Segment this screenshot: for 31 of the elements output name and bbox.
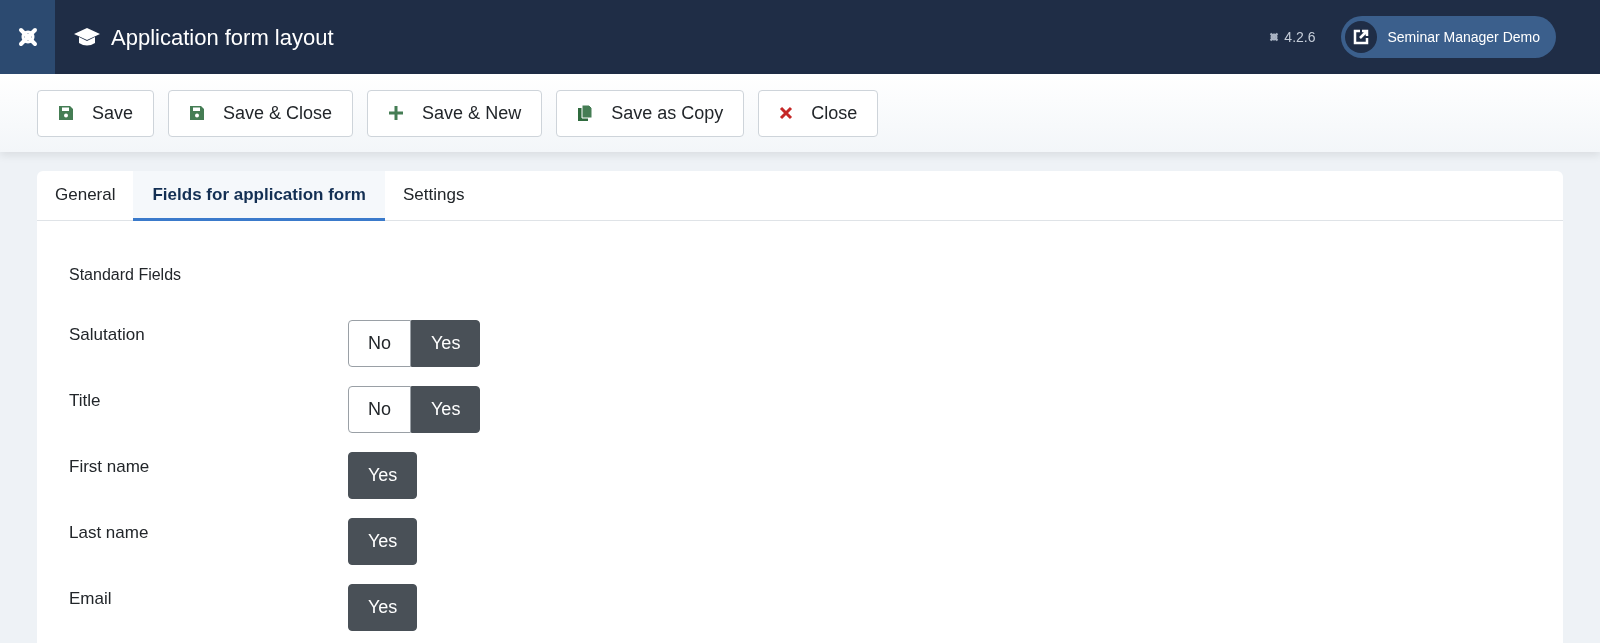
site-link[interactable]: Seminar Manager Demo [1341, 16, 1556, 58]
toggle-option[interactable]: Yes [348, 518, 418, 565]
page-title: Application form layout [111, 23, 334, 52]
field-label: Last name [69, 522, 150, 544]
toolbar-button[interactable]: Save & Close [168, 89, 354, 137]
toolbar-button[interactable]: Save as Copy [556, 89, 745, 137]
toggle-option[interactable]: Yes [411, 386, 481, 433]
close-icon [779, 106, 794, 120]
field-label: Title [69, 390, 102, 412]
graduation-cap-icon [73, 27, 101, 47]
toolbar-button[interactable]: Close [758, 89, 879, 137]
toggle-option[interactable]: Yes [348, 452, 418, 499]
copy-icon [577, 104, 594, 122]
logo-icon [1268, 31, 1281, 43]
toggle-option[interactable]: No [348, 386, 411, 433]
external-link-icon [1345, 21, 1378, 53]
plus-icon [388, 105, 405, 121]
toolbar-button[interactable]: Save & New [367, 89, 543, 137]
tab[interactable]: General [37, 171, 134, 221]
toggle-option[interactable]: Yes [348, 584, 418, 631]
toggle-option[interactable]: Yes [411, 320, 481, 367]
field-label: Salutation [69, 324, 146, 346]
section-title: Standard Fields [69, 265, 183, 285]
toggle-option[interactable]: No [348, 320, 411, 367]
toolbar-button[interactable]: Save [37, 89, 155, 137]
field-label: First name [69, 456, 151, 478]
version-label: 4.2.6 [1284, 27, 1316, 47]
tab[interactable]: Settings [384, 171, 483, 221]
logo-tile[interactable] [0, 0, 55, 74]
field-label: Email [69, 588, 113, 610]
tab[interactable]: Fields for application form [133, 171, 385, 221]
